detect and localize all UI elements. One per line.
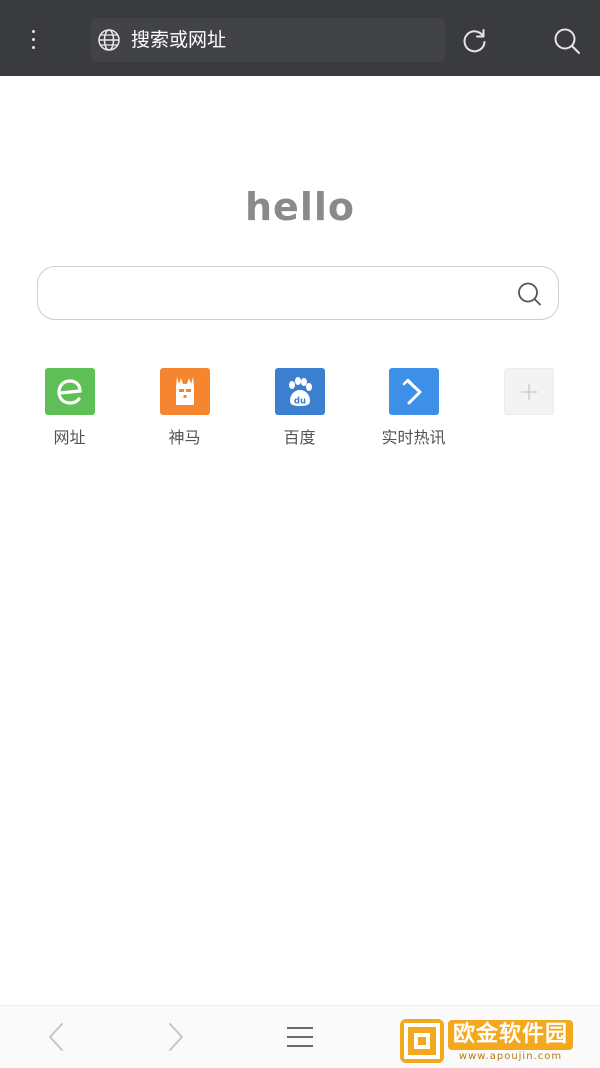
- baidu-paw-icon: du: [274, 368, 325, 415]
- alpaca-icon: [159, 368, 210, 415]
- svg-text:du: du: [293, 396, 305, 406]
- more-menu-button[interactable]: [18, 22, 48, 56]
- e-letter-icon: [44, 368, 95, 415]
- watermark-subtitle: www.apoujin.com: [458, 1050, 563, 1062]
- address-bar-placeholder: 搜索或网址: [131, 29, 227, 51]
- plus-icon: [503, 368, 554, 415]
- search-icon[interactable]: [516, 281, 542, 307]
- quick-link-label: 网址: [53, 428, 86, 447]
- quick-link-label: 神马: [168, 428, 201, 447]
- home-greeting: hello: [245, 185, 355, 229]
- address-bar[interactable]: 搜索或网址: [90, 18, 446, 62]
- watermark-text: 欧金软件园 www.apoujin.com: [448, 1019, 574, 1063]
- search-icon[interactable]: [552, 26, 582, 56]
- chevron-left-icon[interactable]: [42, 1020, 72, 1054]
- quick-link-shenma[interactable]: 神马: [127, 368, 242, 448]
- hamburger-menu-icon[interactable]: [285, 1020, 315, 1054]
- watermark-logo-icon: [400, 1019, 444, 1063]
- home-search-input[interactable]: [37, 266, 559, 320]
- top-toolbar: 搜索或网址: [0, 0, 600, 76]
- quick-link-label: 百度: [283, 428, 316, 447]
- vertical-dots-icon-dot: [31, 45, 35, 49]
- quick-link-realtime-news[interactable]: 实时热讯: [356, 368, 471, 448]
- vertical-dots-icon: [31, 29, 35, 33]
- watermark-title: 欧金软件园: [448, 1019, 574, 1050]
- watermark: 欧金软件园 www.apoujin.com: [400, 1018, 596, 1064]
- add-quick-link-button[interactable]: [471, 368, 586, 415]
- refresh-icon[interactable]: [461, 26, 489, 54]
- globe-icon: [98, 29, 120, 51]
- quick-link-label: 实时热讯: [381, 428, 446, 447]
- vertical-dots-icon-dot: [31, 37, 35, 41]
- quick-link-wangzhi[interactable]: 网址: [12, 368, 127, 448]
- arrow-icon: [388, 368, 439, 415]
- chevron-right-icon[interactable]: [160, 1020, 190, 1054]
- quick-link-baidu[interactable]: du 百度: [242, 368, 357, 448]
